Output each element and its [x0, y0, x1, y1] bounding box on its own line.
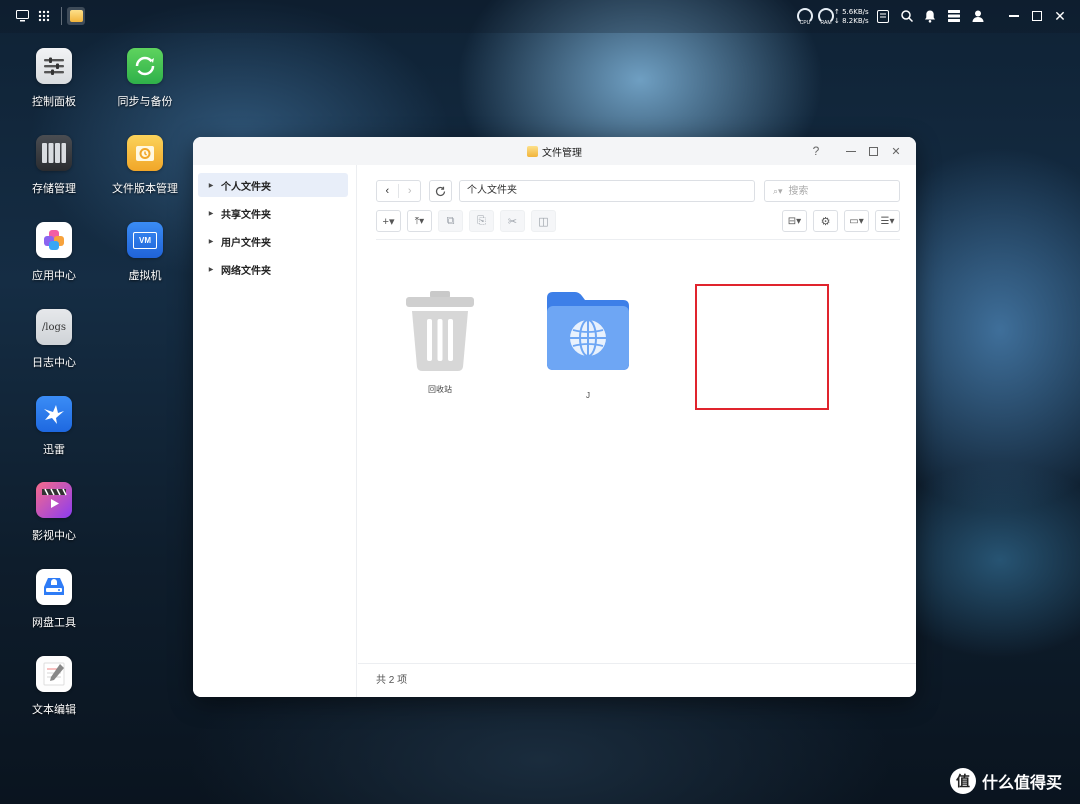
app-center-icon [36, 222, 72, 258]
notes-icon[interactable] [875, 8, 891, 24]
video-center-icon [36, 482, 72, 518]
top-bar: CPU RAM ↑ 5.6KB/s ↓ 8.2KB/s ✕ [0, 0, 1080, 33]
sidebar-item-personal-folder[interactable]: ▶ 个人文件夹 [198, 173, 348, 197]
sync-backup-icon [127, 48, 163, 84]
sidebar-item-network-folder[interactable]: ▶ 网络文件夹 [198, 257, 348, 281]
logs-icon: /logs [36, 309, 72, 345]
window-titlebar[interactable]: 文件管理 ? ✕ [193, 137, 916, 165]
notification-bell-icon[interactable] [922, 8, 938, 24]
show-desktop-icon[interactable] [14, 8, 30, 24]
cut-icon: ✂ [507, 215, 518, 228]
settings-button[interactable]: ⚙ [813, 210, 838, 232]
network-speed: ↑ 5.6KB/s ↓ 8.2KB/s [834, 8, 869, 26]
display-icon: ▭▾ [849, 215, 864, 227]
thunder-icon [36, 396, 72, 432]
file-version-icon [127, 135, 163, 171]
cpu-gauge-icon: CPU [797, 8, 813, 26]
view-button[interactable]: ▭▾ [844, 210, 869, 232]
upload-icon: ⤒▾ [414, 215, 425, 227]
status-bar: 共 2 项 [358, 663, 916, 697]
new-button[interactable]: +▾ [376, 210, 401, 232]
text-editor-icon [36, 656, 72, 692]
close-icon[interactable]: ✕ [1052, 8, 1068, 24]
maximize-icon[interactable] [1029, 8, 1045, 24]
search-input[interactable]: ⌕▾ 搜索 [764, 180, 900, 202]
watermark: 值 什么值得买 [950, 768, 1062, 794]
window-close-icon[interactable]: ✕ [888, 143, 904, 159]
window-title: 文件管理 [542, 148, 582, 159]
expand-arrow-icon[interactable]: ▶ [204, 238, 218, 245]
desktop-app-sync-backup[interactable]: 同步与备份 [105, 48, 185, 109]
plus-icon: +▾ [382, 215, 395, 228]
resource-monitor[interactable]: CPU RAM [797, 8, 834, 26]
taskbar-file-manager-icon[interactable] [67, 7, 85, 25]
upload-speed: ↑ 5.6KB/s [834, 8, 869, 16]
window-minimize-icon[interactable] [843, 143, 859, 159]
desktop-app-storage[interactable]: 存储管理 [14, 135, 94, 196]
desktop-app-file-version[interactable]: 文件版本管理 [105, 135, 185, 196]
copy-icon: ⧉ [446, 214, 455, 227]
search-icon: ⌕▾ [773, 186, 783, 196]
trash-icon [406, 291, 474, 371]
path-bar[interactable]: 个人文件夹 [459, 180, 755, 202]
back-icon[interactable]: ‹ [385, 185, 389, 197]
toolbar-divider [376, 239, 900, 240]
refresh-icon [435, 186, 446, 196]
file-item-j[interactable]: J [528, 290, 648, 400]
refresh-button[interactable] [429, 180, 452, 202]
user-icon[interactable] [970, 8, 986, 24]
network-folder-icon [547, 292, 629, 370]
sort-icon: ☰▾ [880, 215, 895, 227]
desktop-app-text-editor[interactable]: 文本编辑 [14, 656, 94, 717]
task-manager-icon[interactable] [946, 8, 962, 24]
selection-highlight [695, 284, 829, 410]
forward-icon[interactable]: › [408, 185, 412, 197]
minimize-icon[interactable] [1006, 8, 1022, 24]
sidebar-item-shared-folder[interactable]: ▶ 共享文件夹 [198, 201, 348, 225]
tools-button[interactable]: ⊟▾ [782, 210, 807, 232]
delete-button[interactable]: ◫ [531, 210, 556, 232]
desktop-app-app-center[interactable]: 应用中心 [14, 222, 94, 283]
file-manager-window: 文件管理 ? ✕ ▶ 个人文件夹 ▶ 共享文件夹 ▶ 用户文件夹 ▶ 网络文件夹… [193, 137, 916, 697]
vm-icon: VM [127, 222, 163, 258]
storage-icon [36, 135, 72, 171]
expand-arrow-icon[interactable]: ▶ [204, 266, 218, 273]
expand-arrow-icon[interactable]: ▶ [204, 210, 218, 217]
delete-icon: ◫ [538, 215, 549, 228]
paste-icon: ⎘ [477, 214, 486, 227]
cut-button[interactable]: ✂ [500, 210, 525, 232]
sort-button[interactable]: ☰▾ [875, 210, 900, 232]
desktop-app-vm[interactable]: VM 虚拟机 [105, 222, 185, 283]
copy-button[interactable]: ⧉ [438, 210, 463, 232]
download-speed: ↓ 8.2KB/s [834, 17, 869, 25]
gear-icon: ⚙ [820, 215, 831, 228]
control-panel-icon [36, 48, 72, 84]
help-icon[interactable]: ? [808, 143, 824, 159]
desktop-app-video-center[interactable]: 影视中心 [14, 482, 94, 543]
cloud-drive-icon [36, 569, 72, 605]
ram-gauge-icon: RAM [818, 8, 834, 26]
paste-button[interactable]: ⎘ [469, 210, 494, 232]
nav-buttons: ‹ › [376, 180, 421, 202]
search-icon[interactable] [899, 8, 915, 24]
app-grid-icon[interactable] [36, 8, 52, 24]
file-content-area: ‹ › 个人文件夹 ⌕▾ 搜索 +▾ ⤒▾ ⧉ ⎘ ✂ ◫ ⊟▾ ⚙ ▭▾ ☰▾ [358, 165, 916, 697]
sidebar: ▶ 个人文件夹 ▶ 共享文件夹 ▶ 用户文件夹 ▶ 网络文件夹 [193, 165, 357, 697]
file-item-recycle-bin[interactable]: 回收站 [380, 283, 500, 395]
file-manager-icon [527, 146, 538, 157]
upload-button[interactable]: ⤒▾ [407, 210, 432, 232]
desktop-app-cloud-drive[interactable]: 网盘工具 [14, 569, 94, 630]
watermark-text: 什么值得买 [982, 775, 1063, 792]
desktop-app-thunder[interactable]: 迅雷 [14, 396, 94, 457]
expand-arrow-icon[interactable]: ▶ [204, 182, 218, 189]
briefcase-icon: ⊟▾ [787, 215, 802, 227]
watermark-logo-icon: 值 [950, 768, 976, 794]
sidebar-item-user-folder[interactable]: ▶ 用户文件夹 [198, 229, 348, 253]
desktop-app-control-panel[interactable]: 控制面板 [14, 48, 94, 109]
desktop-app-logs[interactable]: /logs 日志中心 [14, 309, 94, 370]
window-maximize-icon[interactable] [865, 143, 881, 159]
